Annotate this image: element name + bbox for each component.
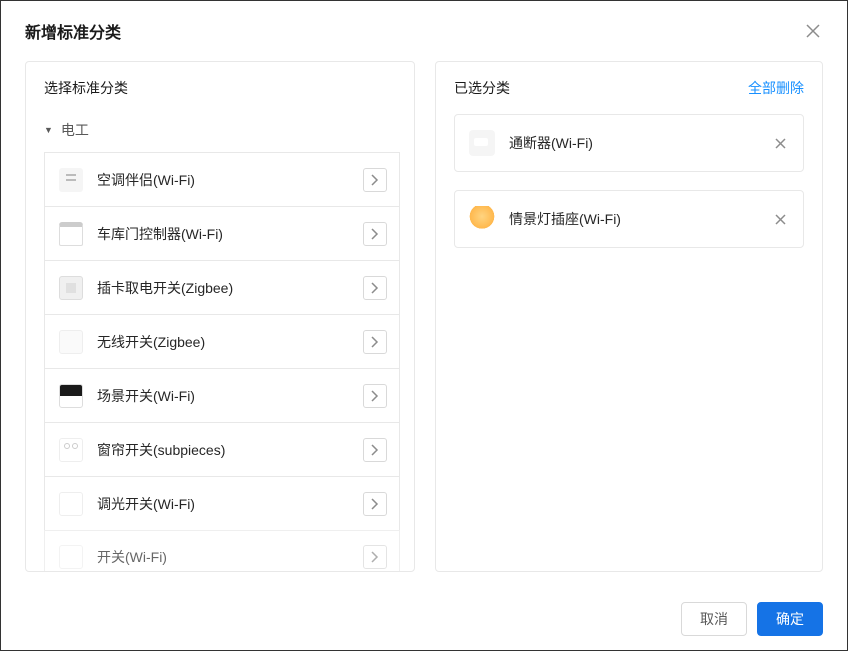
item-label: 窗帘开关(subpieces) xyxy=(97,440,363,460)
remove-item-button[interactable] xyxy=(771,134,789,152)
selected-list: 通断器(Wi-Fi) 情景灯插座(Wi-Fi) xyxy=(436,114,822,248)
close-icon xyxy=(806,24,820,38)
available-categories-panel: 选择标准分类 ▼ 电工 空调伴侣(Wi-Fi) xyxy=(25,61,415,572)
dimmer-switch-icon xyxy=(59,492,83,516)
add-item-button[interactable] xyxy=(363,545,387,569)
add-item-button[interactable] xyxy=(363,384,387,408)
list-item[interactable]: 开关(Wi-Fi) xyxy=(44,530,400,571)
add-item-button[interactable] xyxy=(363,276,387,300)
caret-down-icon: ▼ xyxy=(44,125,53,135)
chevron-right-icon xyxy=(371,336,379,348)
breaker-icon xyxy=(469,130,495,156)
selected-item: 通断器(Wi-Fi) xyxy=(454,114,804,172)
modal-footer: 取消 确定 xyxy=(1,588,847,650)
right-panel-header: 已选分类 全部删除 xyxy=(436,62,822,114)
chevron-right-icon xyxy=(371,174,379,186)
list-item[interactable]: 调光开关(Wi-Fi) xyxy=(44,476,400,530)
tree-parent-electrical[interactable]: ▼ 电工 xyxy=(44,114,400,152)
modal-title: 新增标准分类 xyxy=(25,19,121,43)
chevron-right-icon xyxy=(371,282,379,294)
add-item-button[interactable] xyxy=(363,438,387,462)
item-label: 车库门控制器(Wi-Fi) xyxy=(97,224,363,244)
garage-icon xyxy=(59,222,83,246)
selected-item: 情景灯插座(Wi-Fi) xyxy=(454,190,804,248)
item-label: 场景开关(Wi-Fi) xyxy=(97,386,363,406)
selected-item-label: 通断器(Wi-Fi) xyxy=(509,133,771,153)
list-item[interactable]: 车库门控制器(Wi-Fi) xyxy=(44,206,400,260)
scene-switch-icon xyxy=(59,384,83,408)
item-label: 无线开关(Zigbee) xyxy=(97,332,363,352)
item-label: 开关(Wi-Fi) xyxy=(97,547,363,567)
chevron-right-icon xyxy=(371,228,379,240)
category-list: 空调伴侣(Wi-Fi) 车库门控制器(Wi-Fi) xyxy=(44,152,400,571)
remove-item-button[interactable] xyxy=(771,210,789,228)
chevron-right-icon xyxy=(371,390,379,402)
selected-categories-panel: 已选分类 全部删除 通断器(Wi-Fi) 情景灯插座(Wi-Fi) xyxy=(435,61,823,572)
item-label: 插卡取电开关(Zigbee) xyxy=(97,278,363,298)
close-icon xyxy=(775,138,786,149)
list-item[interactable]: 插卡取电开关(Zigbee) xyxy=(44,260,400,314)
wireless-switch-icon xyxy=(59,330,83,354)
curtain-switch-icon xyxy=(59,438,83,462)
right-panel-body: 通断器(Wi-Fi) 情景灯插座(Wi-Fi) xyxy=(436,114,822,571)
chevron-right-icon xyxy=(371,498,379,510)
card-switch-icon xyxy=(59,276,83,300)
item-label: 调光开关(Wi-Fi) xyxy=(97,494,363,514)
left-panel-title: 选择标准分类 xyxy=(44,78,128,98)
category-scroll[interactable]: ▼ 电工 空调伴侣(Wi-Fi) xyxy=(26,114,414,571)
right-panel-title: 已选分类 xyxy=(454,78,510,98)
tree-group: ▼ 电工 空调伴侣(Wi-Fi) xyxy=(44,114,400,571)
chevron-right-icon xyxy=(371,551,379,563)
left-panel-header: 选择标准分类 xyxy=(26,62,414,114)
socket-icon xyxy=(59,168,83,192)
modal-body: 选择标准分类 ▼ 电工 空调伴侣(Wi-Fi) xyxy=(1,61,847,588)
item-label: 空调伴侣(Wi-Fi) xyxy=(97,170,363,190)
tree-group-label: 电工 xyxy=(61,120,89,140)
lamp-socket-icon xyxy=(469,206,495,232)
close-icon xyxy=(775,214,786,225)
add-item-button[interactable] xyxy=(363,492,387,516)
list-item[interactable]: 无线开关(Zigbee) xyxy=(44,314,400,368)
selected-item-label: 情景灯插座(Wi-Fi) xyxy=(509,209,771,229)
list-item[interactable]: 场景开关(Wi-Fi) xyxy=(44,368,400,422)
close-button[interactable] xyxy=(803,21,823,41)
delete-all-button[interactable]: 全部删除 xyxy=(748,78,804,98)
add-item-button[interactable] xyxy=(363,222,387,246)
add-item-button[interactable] xyxy=(363,168,387,192)
add-item-button[interactable] xyxy=(363,330,387,354)
confirm-button[interactable]: 确定 xyxy=(757,602,823,636)
chevron-right-icon xyxy=(371,444,379,456)
modal-dialog: 新增标准分类 选择标准分类 ▼ 电工 xyxy=(0,0,848,651)
modal-header: 新增标准分类 xyxy=(1,1,847,61)
list-item[interactable]: 空调伴侣(Wi-Fi) xyxy=(44,152,400,206)
switch-icon xyxy=(59,545,83,569)
left-panel-body: ▼ 电工 空调伴侣(Wi-Fi) xyxy=(26,114,414,571)
cancel-button[interactable]: 取消 xyxy=(681,602,747,636)
list-item[interactable]: 窗帘开关(subpieces) xyxy=(44,422,400,476)
